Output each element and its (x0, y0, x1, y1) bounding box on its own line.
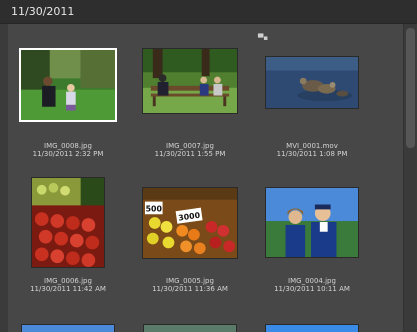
thumbnail-item-img-0008[interactable]: IMG_0008.jpg 11/30/2011 2:32 PM (3, 48, 133, 163)
thumbnail-datetime: 11/30/2011 2:32 PM (32, 150, 104, 158)
thumbnail-datetime: 11/30/2011 10:11 AM (274, 285, 350, 293)
ducks-on-water-video[interactable] (265, 56, 359, 109)
date-group-header: 11/30/2011 (0, 0, 417, 24)
park-bench-people-photo[interactable] (142, 48, 238, 114)
sort-indicator-icon[interactable]: ▀▪ (258, 35, 268, 42)
partial-thumbnail-row3-col2[interactable] (143, 324, 237, 332)
date-group-title: 11/30/2011 (11, 5, 75, 18)
thumbnail-item-img-0007[interactable]: IMG_0007.jpg 11/30/2011 1:55 PM (125, 48, 255, 163)
thumbnail-item-mvi-0001[interactable]: MVI_0001.mov 11/30/2011 1:08 PM (247, 48, 377, 163)
thumbnail-item-img-0005[interactable]: 500 3000 IMG_0005.jpg 11/30/2011 11:36 A… (125, 177, 255, 297)
thumbnail-datetime: 11/30/2011 11:36 AM (152, 285, 228, 293)
thumbnail-datetime: 11/30/2011 11:42 AM (30, 285, 106, 293)
thumbnail-datetime: 11/30/2011 1:08 PM (276, 150, 348, 158)
vertical-scrollbar[interactable] (403, 24, 417, 332)
couple-portrait-photo[interactable] (265, 187, 359, 258)
thumbnail-datetime: 11/30/2011 1:55 PM (154, 150, 226, 158)
children-on-grass-photo[interactable] (19, 48, 117, 122)
partial-thumbnail-row3-col1[interactable] (21, 324, 115, 332)
scrollbar-thumb[interactable] (406, 28, 415, 148)
price-tag-left: 500 (146, 204, 163, 213)
partial-thumbnail-row3-col3[interactable] (265, 324, 359, 332)
thumbnail-item-img-0006[interactable]: IMG_0006.jpg 11/30/2011 11:42 AM (3, 177, 133, 297)
fruit-stall-prices-photo[interactable]: 500 3000 (142, 187, 238, 259)
thumbnail-item-img-0004[interactable]: IMG_0004.jpg 11/30/2011 10:11 AM (247, 177, 377, 297)
tomatoes-market-photo[interactable] (31, 177, 105, 268)
